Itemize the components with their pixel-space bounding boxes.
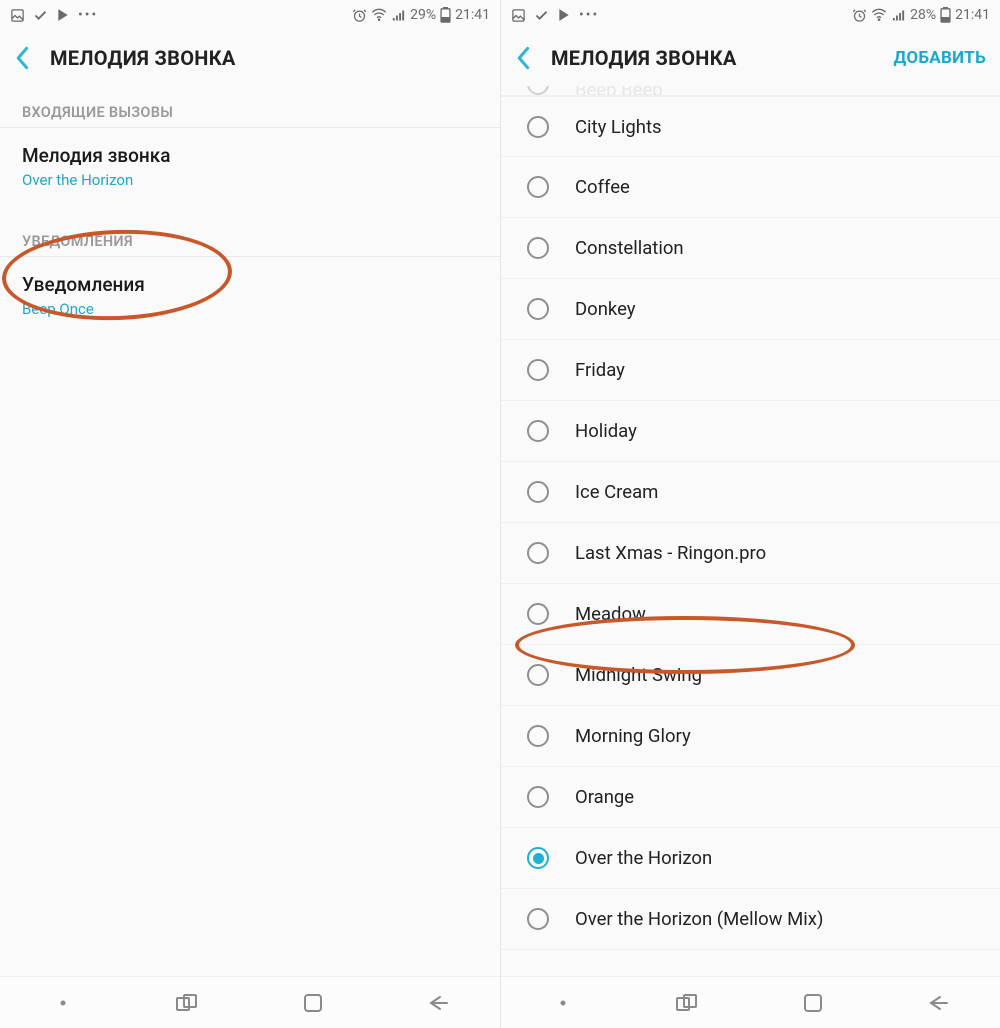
notification-title: Уведомления (22, 273, 478, 296)
ringtone-label: Last Xmas - Ringon.pro (575, 542, 766, 564)
ringtone-item[interactable]: Over the Horizon (Mellow Mix) (501, 889, 1000, 950)
ringtone-item[interactable]: Donkey (501, 279, 1000, 340)
ringtone-item[interactable]: Meadow (501, 584, 1000, 645)
ringtone-label: Morning Glory (575, 725, 691, 747)
check-icon (33, 8, 48, 23)
ringtone-label: Orange (575, 786, 634, 808)
image-icon (511, 8, 526, 23)
radio-icon (527, 420, 549, 442)
ringtone-item[interactable]: Coffee (501, 157, 1000, 218)
radio-icon (527, 116, 549, 138)
ringtone-label: Donkey (575, 298, 636, 320)
ringtone-item[interactable]: Holiday (501, 401, 1000, 462)
screen-ringtone-list: ••• 28% 21:41 МЕЛОДИЯ ЗВОНКА ДОБАВИТЬ Be… (500, 0, 1000, 1028)
battery-icon (440, 7, 451, 23)
wifi-icon (871, 7, 887, 23)
battery-percent: 29% (410, 7, 436, 23)
section-notifications: УВЕДОМЛЕНИЯ (0, 215, 500, 257)
notification-value: Beep Once (22, 300, 478, 318)
ringtone-item[interactable]: Morning Glory (501, 706, 1000, 767)
ringtone-item-clipped[interactable]: Beep Beep (501, 86, 1000, 96)
nav-home-button[interactable] (773, 993, 853, 1013)
more-icon: ••• (579, 7, 599, 23)
ringtone-item[interactable]: Ice Cream (501, 462, 1000, 523)
notification-row[interactable]: Уведомления Beep Once (0, 257, 500, 332)
app-header: МЕЛОДИЯ ЗВОНКА (0, 30, 500, 86)
radio-icon (527, 725, 549, 747)
play-store-icon (56, 8, 70, 22)
nav-back-button[interactable] (898, 994, 978, 1012)
nav-home-button[interactable] (273, 993, 353, 1013)
more-icon: ••• (78, 7, 98, 23)
battery-icon (940, 7, 951, 23)
ringtone-title: Мелодия звонка (22, 144, 478, 167)
ringtone-value: Over the Horizon (22, 171, 478, 189)
ringtone-item[interactable]: Friday (501, 340, 1000, 401)
ringtone-row[interactable]: Мелодия звонка Over the Horizon (0, 128, 500, 203)
navigation-bar (0, 976, 500, 1028)
radio-icon (527, 786, 549, 808)
radio-icon (527, 542, 549, 564)
check-icon (534, 8, 549, 23)
radio-icon (527, 359, 549, 381)
alarm-icon (352, 8, 367, 23)
radio-icon (527, 86, 549, 95)
radio-icon (527, 847, 549, 869)
back-icon[interactable] (14, 46, 32, 70)
content-area: ВХОДЯЩИЕ ВЫЗОВЫ Мелодия звонка Over the … (0, 86, 500, 976)
radio-icon (527, 908, 549, 930)
ringtone-label: Over the Horizon (Mellow Mix) (575, 908, 823, 930)
ringtone-label: Constellation (575, 237, 684, 259)
back-icon[interactable] (515, 46, 533, 70)
screen-ringtone-settings: ••• 29% 21:41 МЕЛОДИЯ ЗВОНКА ВХОДЯЩИЕ ВЫ… (0, 0, 500, 1028)
ringtone-item[interactable]: Orange (501, 767, 1000, 828)
nav-recents-button[interactable] (148, 994, 228, 1012)
radio-icon (527, 298, 549, 320)
clock-text: 21:41 (455, 7, 490, 23)
ringtone-label: Meadow (575, 603, 646, 625)
ringtone-label: Friday (575, 359, 625, 381)
page-title: МЕЛОДИЯ ЗВОНКА (551, 46, 876, 70)
ringtone-label: City Lights (575, 116, 662, 138)
battery-percent: 28% (910, 7, 936, 23)
section-incoming-calls: ВХОДЯЩИЕ ВЫЗОВЫ (0, 86, 500, 128)
wifi-icon (371, 7, 387, 23)
ringtone-label: Midnight Swing (575, 664, 702, 686)
radio-icon (527, 664, 549, 686)
radio-icon (527, 603, 549, 625)
status-bar: ••• 28% 21:41 (501, 0, 1000, 30)
ringtone-item[interactable]: Midnight Swing (501, 645, 1000, 706)
clock-text: 21:41 (955, 7, 990, 23)
nav-back-button[interactable] (398, 994, 478, 1012)
ringtone-item[interactable]: City Lights (501, 96, 1000, 157)
play-store-icon (557, 8, 571, 22)
ringtone-label: Beep Beep (575, 86, 663, 95)
ringtone-item[interactable]: Constellation (501, 218, 1000, 279)
ringtone-item[interactable]: Last Xmas - Ringon.pro (501, 523, 1000, 584)
ringtone-label: Over the Horizon (575, 847, 712, 869)
image-icon (10, 8, 25, 23)
ringtone-label: Coffee (575, 176, 630, 198)
signal-icon (891, 8, 906, 23)
add-button[interactable]: ДОБАВИТЬ (894, 48, 986, 68)
status-bar: ••• 29% 21:41 (0, 0, 500, 30)
ringtone-item[interactable]: Over the Horizon (501, 828, 1000, 889)
ringtone-list-content[interactable]: Beep Beep City Lights Coffee Constellation… (501, 86, 1000, 976)
navigation-bar (501, 976, 1000, 1028)
radio-icon (527, 176, 549, 198)
radio-icon (527, 481, 549, 503)
app-header: МЕЛОДИЯ ЗВОНКА ДОБАВИТЬ (501, 30, 1000, 86)
ringtone-label: Holiday (575, 420, 637, 442)
nav-recents-button[interactable] (648, 994, 728, 1012)
signal-icon (391, 8, 406, 23)
alarm-icon (852, 8, 867, 23)
radio-icon (527, 237, 549, 259)
page-title: МЕЛОДИЯ ЗВОНКА (50, 46, 486, 70)
nav-recent-dot[interactable] (523, 999, 603, 1007)
nav-recent-dot[interactable] (23, 999, 103, 1007)
ringtone-label: Ice Cream (575, 481, 658, 503)
